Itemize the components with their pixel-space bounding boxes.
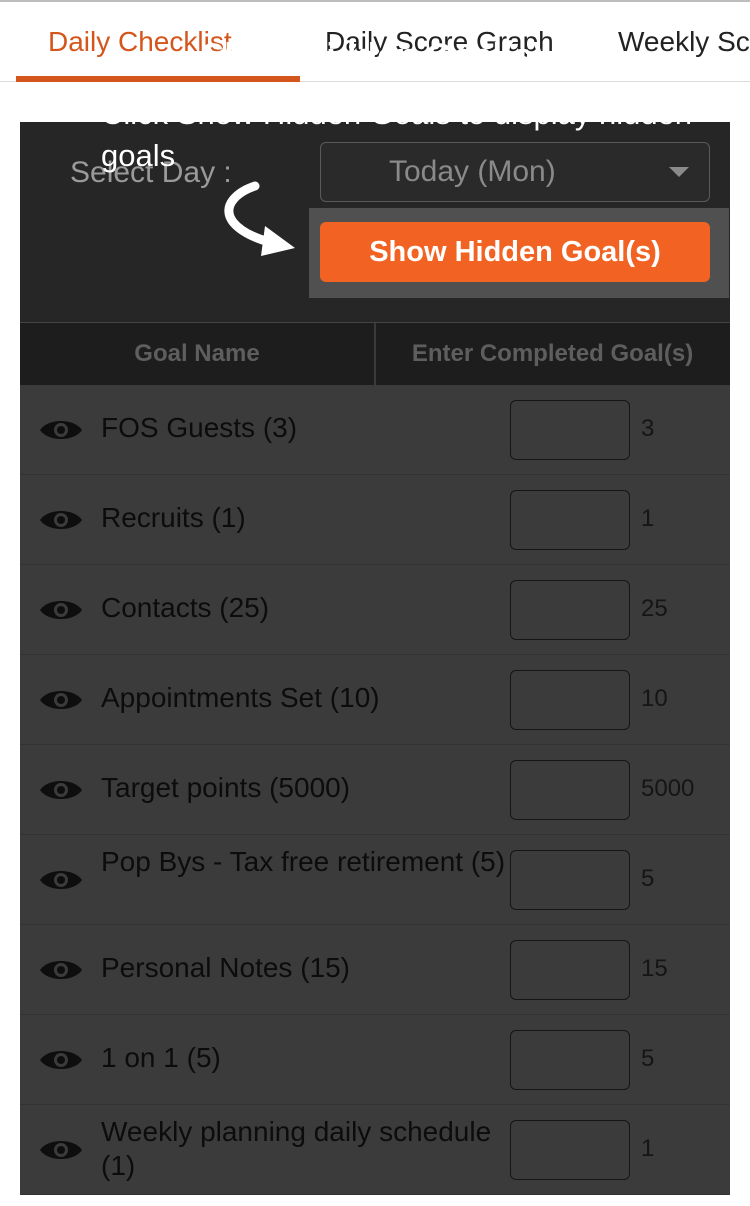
eye-icon[interactable] <box>38 956 84 989</box>
eye-icon[interactable] <box>38 866 84 899</box>
eye-icon[interactable] <box>38 416 84 449</box>
goal-name: Pop Bys - Tax free retirement (5) <box>101 846 506 877</box>
completed-goal-input[interactable] <box>510 850 630 910</box>
eye-icon[interactable] <box>38 686 84 719</box>
table-row: Weekly planning daily schedule (1) 1 <box>20 1105 730 1195</box>
tooltip-title: Show Hidden Goal(s) <box>201 37 544 75</box>
goal-target-value: 15 <box>641 955 668 982</box>
goal-name: Target points (5000) <box>101 772 351 803</box>
goal-target-value: 5000 <box>641 775 695 802</box>
completed-goal-input[interactable] <box>510 940 630 1000</box>
goal-target-value: 1 <box>641 505 655 532</box>
goal-name: Appointments Set (10) <box>101 682 380 713</box>
goal-target-value: 25 <box>641 595 668 622</box>
goal-target-value: 5 <box>641 865 655 892</box>
goal-name: FOS Guests (3) <box>101 412 298 443</box>
completed-goal-input[interactable] <box>510 1030 630 1090</box>
eye-icon[interactable] <box>38 776 84 809</box>
show-hidden-goals-button[interactable]: Show Hidden Goal(s) <box>320 222 710 282</box>
column-header-goal-name: Goal Name <box>134 340 260 367</box>
completed-goal-input[interactable] <box>510 670 630 730</box>
table-row: Contacts (25) 25 <box>20 565 730 655</box>
table-row: FOS Guests (3) 3 <box>20 385 730 475</box>
table-row: Personal Notes (15) 15 <box>20 925 730 1015</box>
table-row: Pop Bys - Tax free retirement (5) 5 <box>20 835 730 925</box>
column-header-completed-goals: Enter Completed Goal(s) <box>411 340 694 367</box>
goal-name: Weekly planning daily schedule (1) <box>101 1116 492 1181</box>
goal-target-value: 5 <box>641 1045 655 1072</box>
goals-table: Goal Name Enter Completed Goal(s) FOS Gu… <box>20 322 730 1195</box>
completed-goal-input[interactable] <box>510 400 630 460</box>
completed-goal-input[interactable] <box>510 490 630 550</box>
daily-checklist-screen: Daily Checklist Daily Score Graph Weekly… <box>0 0 750 1206</box>
curved-arrow-icon <box>215 180 299 265</box>
eye-icon[interactable] <box>38 506 84 539</box>
eye-icon[interactable] <box>38 1136 84 1169</box>
goal-name: Contacts (25) <box>101 592 270 623</box>
eye-icon[interactable] <box>38 596 84 629</box>
table-header: Goal Name Enter Completed Goal(s) <box>20 322 730 385</box>
goal-name: Personal Notes (15) <box>101 952 351 983</box>
active-tab-indicator <box>16 76 300 82</box>
completed-goal-input[interactable] <box>510 1120 630 1180</box>
table-row: Recruits (1) 1 <box>20 475 730 565</box>
tooltip-body: Click Show Hidden Goals to display hidde… <box>101 96 693 173</box>
eye-icon[interactable] <box>38 1046 84 1079</box>
table-row: Target points (5000) 5000 <box>20 745 730 835</box>
goal-target-value: 1 <box>641 1135 655 1162</box>
goal-name: 1 on 1 (5) <box>101 1042 221 1073</box>
table-row: Appointments Set (10) 10 <box>20 655 730 745</box>
goal-target-value: 10 <box>641 685 668 712</box>
table-row: 1 on 1 (5) 5 <box>20 1015 730 1105</box>
completed-goal-input[interactable] <box>510 760 630 820</box>
goal-target-value: 3 <box>641 415 655 442</box>
completed-goal-input[interactable] <box>510 580 630 640</box>
goal-name: Recruits (1) <box>101 502 246 533</box>
